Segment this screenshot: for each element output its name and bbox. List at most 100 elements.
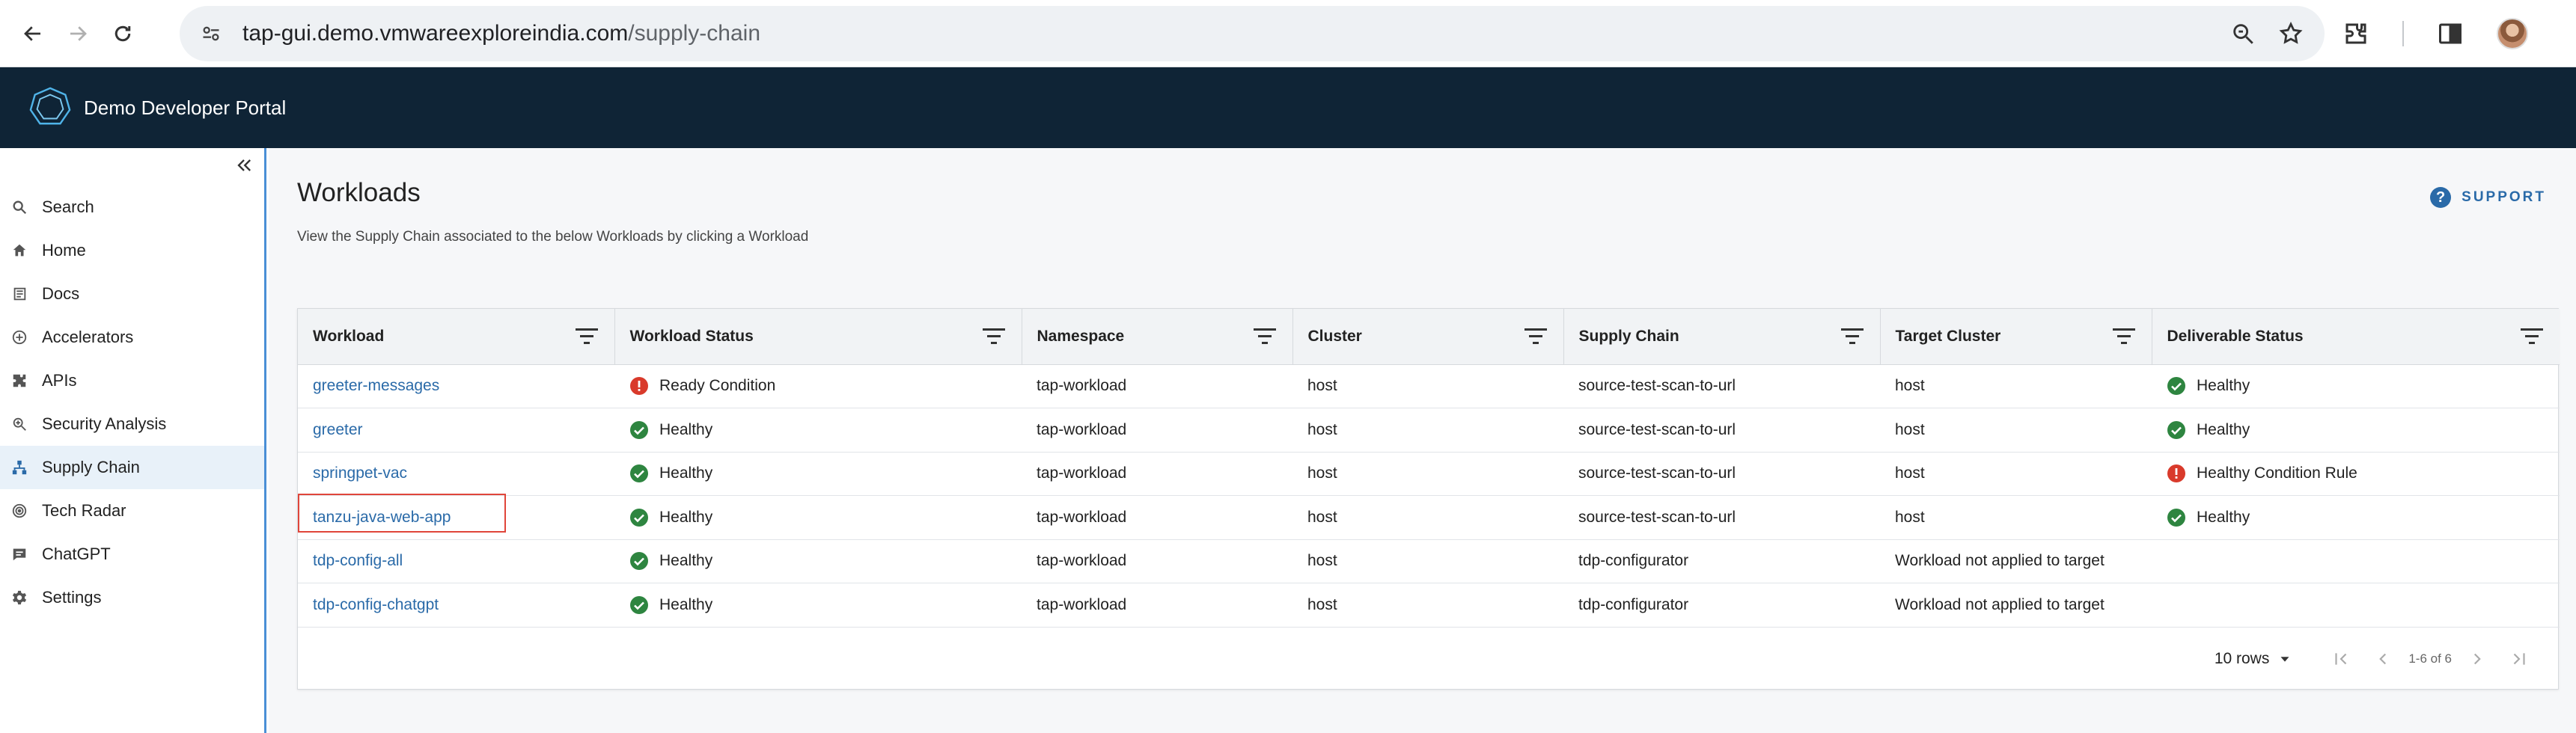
- namespace-cell: tap-workload: [1037, 420, 1127, 438]
- check-circle-icon: [630, 595, 648, 614]
- column-header-target-cluster[interactable]: Target Cluster: [1880, 309, 2152, 365]
- column-header-deliverable-status[interactable]: Deliverable Status: [2152, 309, 2560, 365]
- collapse-sidebar-button[interactable]: [231, 153, 257, 178]
- sidebar-item-home[interactable]: Home: [0, 229, 264, 272]
- sidebar-item-accelerators[interactable]: Accelerators: [0, 316, 264, 359]
- browser-toolbar: tap-gui.demo.vmwareexploreindia.com/supp…: [0, 0, 2576, 67]
- main-content: Workloads View the Supply Chain associat…: [269, 148, 2576, 733]
- column-header-workload[interactable]: Workload: [298, 309, 615, 365]
- workload-link[interactable]: tdp-config-chatgpt: [298, 583, 614, 628]
- zoom-icon[interactable]: [2230, 21, 2256, 46]
- sidebar-item-tech-radar[interactable]: Tech Radar: [0, 489, 264, 533]
- rows-per-page-select[interactable]: 10 rows: [2215, 650, 2294, 668]
- forward-button[interactable]: [55, 11, 100, 56]
- reload-button[interactable]: [100, 11, 145, 56]
- deliverable-status-cell: Healthy: [2152, 408, 2560, 453]
- supply-chain-cell: tdp-configurator: [1578, 552, 1689, 570]
- sidebar-item-label: ChatGPT: [42, 545, 111, 563]
- check-circle-icon: [630, 552, 648, 571]
- cluster-cell: host: [1307, 420, 1337, 438]
- table-header-row: Workload Workload Status Namespace Clust…: [298, 309, 2560, 365]
- filter-icon[interactable]: [982, 327, 1005, 346]
- side-panel-icon[interactable]: [2437, 20, 2464, 47]
- column-header-supply-chain[interactable]: Supply Chain: [1563, 309, 1881, 365]
- last-page-button[interactable]: [2498, 644, 2540, 674]
- check-circle-icon: [2167, 420, 2185, 439]
- column-header-cluster[interactable]: Cluster: [1292, 309, 1564, 365]
- check-circle-icon: [2167, 377, 2185, 396]
- sidebar-item-supply-chain[interactable]: Supply Chain: [0, 446, 264, 489]
- site-settings-icon[interactable]: [196, 19, 226, 49]
- target-cluster-cell: host: [1895, 377, 1925, 395]
- target-cluster-cell: host: [1895, 508, 1925, 526]
- workload-link[interactable]: greeter: [298, 408, 614, 453]
- extensions-icon[interactable]: [2342, 20, 2369, 47]
- error-circle-icon: [2167, 464, 2185, 483]
- sidebar-item-search[interactable]: Search: [0, 185, 264, 229]
- namespace-cell: tap-workload: [1037, 552, 1127, 570]
- table-row[interactable]: tdp-config-all Healthy tap-workload host tdp…: [298, 539, 2560, 583]
- next-page-button[interactable]: [2456, 644, 2498, 674]
- app-title[interactable]: Demo Developer Portal: [84, 96, 286, 120]
- sidebar: Search Home Docs Accelerators APIs Secur…: [0, 148, 266, 733]
- sidebar-item-settings[interactable]: Settings: [0, 576, 264, 619]
- back-button[interactable]: [10, 11, 55, 56]
- caret-down-icon: [2280, 657, 2289, 662]
- deliverable-status-cell: Healthy: [2152, 496, 2560, 540]
- profile-avatar[interactable]: [2497, 18, 2528, 49]
- namespace-cell: tap-workload: [1037, 508, 1127, 526]
- workload-status-cell: Healthy: [614, 408, 1022, 453]
- bookmark-star-icon[interactable]: [2278, 21, 2304, 46]
- sidebar-item-docs[interactable]: Docs: [0, 272, 264, 316]
- sidebar-item-security-analysis[interactable]: Security Analysis: [0, 402, 264, 446]
- sidebar-item-label: Docs: [42, 284, 80, 303]
- workload-link[interactable]: springpet-vac: [298, 452, 614, 496]
- cluster-cell: host: [1307, 508, 1337, 526]
- gear-icon: [9, 587, 30, 608]
- deliverable-status-cell: Healthy: [2152, 364, 2560, 408]
- filter-icon[interactable]: [1253, 327, 1276, 346]
- address-bar[interactable]: tap-gui.demo.vmwareexploreindia.com/supp…: [180, 6, 2325, 61]
- security-icon: [9, 414, 30, 435]
- sidebar-item-apis[interactable]: APIs: [0, 359, 264, 402]
- column-header-namespace[interactable]: Namespace: [1022, 309, 1293, 365]
- filter-icon[interactable]: [1840, 327, 1864, 346]
- table-row[interactable]: greeter-messages Ready Condition tap-workl…: [298, 364, 2560, 408]
- toolbar-divider: [2402, 21, 2404, 46]
- supply-chain-icon: [9, 457, 30, 478]
- first-page-button[interactable]: [2320, 644, 2362, 674]
- first-page-icon: [2335, 653, 2347, 665]
- check-circle-icon: [630, 464, 648, 483]
- table-pagination: 10 rows 1-6 of 6: [296, 629, 2558, 689]
- filter-icon[interactable]: [2112, 327, 2135, 346]
- workload-status-cell: Ready Condition: [614, 364, 1022, 408]
- sidebar-item-label: Supply Chain: [42, 458, 140, 476]
- cluster-cell: host: [1307, 552, 1337, 570]
- filter-icon[interactable]: [1524, 327, 1547, 346]
- target-cluster-cell: host: [1895, 464, 1925, 482]
- namespace-cell: tap-workload: [1037, 377, 1127, 395]
- check-circle-icon: [2167, 508, 2185, 527]
- filter-icon[interactable]: [2521, 327, 2543, 346]
- portal-logo-icon: [29, 87, 71, 125]
- supply-chain-cell: source-test-scan-to-url: [1578, 464, 1736, 482]
- workload-link[interactable]: tanzu-java-web-app: [298, 496, 614, 540]
- column-header-workload-status[interactable]: Workload Status: [614, 309, 1022, 365]
- sidebar-item-chatgpt[interactable]: ChatGPT: [0, 533, 264, 576]
- workload-link[interactable]: greeter-messages: [298, 364, 614, 408]
- table-row[interactable]: greeter Healthy tap-workload host source-tes…: [298, 408, 2560, 453]
- table-row[interactable]: springpet-vac Healthy tap-workload host sour…: [298, 452, 2560, 496]
- filter-icon[interactable]: [575, 327, 598, 346]
- deliverable-status-cell: [2152, 539, 2560, 583]
- supply-chain-cell: source-test-scan-to-url: [1578, 508, 1736, 526]
- plus-circle-icon: [9, 327, 30, 348]
- table-row[interactable]: tdp-config-chatgpt Healthy tap-workload hos…: [298, 583, 2560, 628]
- namespace-cell: tap-workload: [1037, 595, 1127, 613]
- support-button[interactable]: ? SUPPORT: [2430, 187, 2546, 208]
- supply-chain-cell: source-test-scan-to-url: [1578, 420, 1736, 438]
- previous-page-button[interactable]: [2362, 644, 2404, 674]
- table-row[interactable]: tanzu-java-web-app Healthy tap-workload hos…: [298, 496, 2560, 540]
- chevron-left-icon: [2379, 653, 2387, 665]
- workloads-table-card: Workload Workload Status Namespace Clust…: [296, 308, 2560, 690]
- workload-link[interactable]: tdp-config-all: [298, 539, 614, 583]
